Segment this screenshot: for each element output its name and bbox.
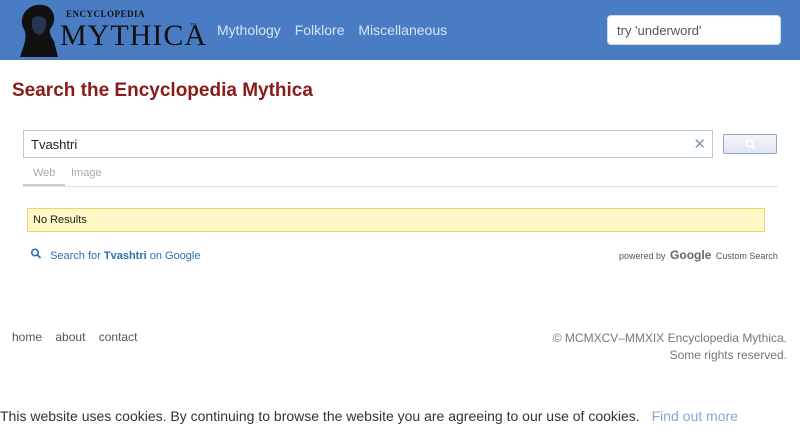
custom-search-label: Custom Search: [715, 251, 778, 261]
search-google-prefix: Search for: [50, 250, 104, 262]
footer-link-contact[interactable]: contact: [99, 330, 138, 344]
copyright-line-1: © MCMXCV–MMXIX Encyclopedia Mythica.: [552, 331, 787, 345]
nav-folklore[interactable]: Folklore: [295, 22, 345, 38]
logo-trademark: ™: [190, 23, 197, 30]
search-on-google-link[interactable]: Search for Tvashtri on Google: [30, 248, 201, 262]
cookie-banner: This website uses cookies. By continuing…: [0, 408, 738, 424]
cookie-find-out-more-link[interactable]: Find out more: [652, 408, 738, 424]
site-search-input[interactable]: [607, 15, 781, 45]
top-header: ENCYCLOPEDIA MYTHICA ™ Mythology Folklor…: [0, 0, 800, 60]
cse-search-value[interactable]: Tvashtri: [31, 137, 77, 152]
footer-link-about[interactable]: about: [55, 330, 85, 344]
search-icon: [745, 139, 756, 150]
cookie-text: This website uses cookies. By continuing…: [0, 408, 640, 424]
site-logo[interactable]: ENCYCLOPEDIA MYTHICA ™: [14, 3, 206, 57]
logo-subtitle: ENCYCLOPEDIA: [66, 9, 146, 19]
main-nav: Mythology Folklore Miscellaneous: [217, 22, 457, 38]
search-google-suffix: on Google: [146, 250, 201, 262]
active-tab-indicator: [23, 184, 65, 186]
cse-tabs: Web Image: [23, 164, 778, 187]
powered-by-label: powered by: [619, 251, 666, 261]
footer-link-home[interactable]: home: [12, 330, 42, 344]
tab-web[interactable]: Web: [33, 167, 55, 179]
copyright: © MCMXCV–MMXIX Encyclopedia Mythica. Som…: [553, 330, 787, 364]
cse-search-button[interactable]: [723, 134, 777, 154]
page-title: Search the Encyclopedia Mythica: [12, 80, 313, 101]
powered-by-google: powered by Google Custom Search: [619, 248, 778, 262]
google-logo: Google: [670, 248, 712, 262]
clear-icon[interactable]: ✕: [693, 135, 706, 153]
nav-mythology[interactable]: Mythology: [217, 22, 281, 38]
cse-search-field[interactable]: Tvashtri ✕: [23, 130, 713, 158]
copyright-line-2: Some rights reserved.: [669, 348, 787, 362]
bust-logo-icon: [20, 4, 58, 57]
no-results-notice: No Results: [27, 208, 765, 232]
search-icon: [30, 248, 42, 259]
nav-miscellaneous[interactable]: Miscellaneous: [358, 22, 447, 38]
tab-image[interactable]: Image: [71, 167, 102, 179]
footer-links: home about contact: [12, 330, 147, 344]
logo-title: MYTHICA: [60, 19, 207, 52]
search-google-term: Tvashtri: [103, 250, 147, 262]
